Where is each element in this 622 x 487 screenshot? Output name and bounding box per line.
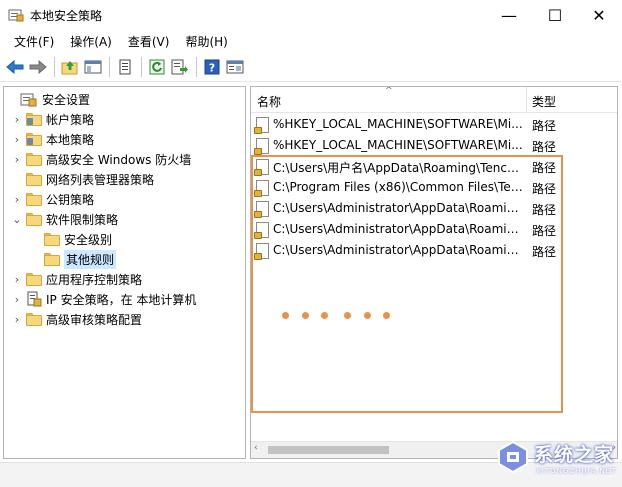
forward-arrow-icon[interactable] [27,56,49,78]
tree-item-label: 安全设置 [42,92,91,107]
annotation-dot [321,312,328,319]
menu-action[interactable]: 操作(A) [62,33,120,50]
watermark-subtext: XITONGZHIJIA.NET [536,467,617,475]
folder-icon [26,212,42,226]
scroll-left-icon[interactable]: ‹ [254,443,258,453]
maximize-button[interactable]: ☐ [532,0,578,30]
refresh-icon[interactable] [146,56,168,78]
menu-bar: 文件(F) 操作(A) 查看(V) 帮助(H) [0,30,622,52]
annotation-dot [383,312,390,319]
folder-icon [26,192,42,206]
chevron-right-icon[interactable]: › [10,193,24,206]
up-folder-icon[interactable] [59,56,81,78]
path-rule-icon [254,138,269,155]
tree-item-ip-security[interactable]: › IP 安全策略，在 本地计算机 [10,289,196,309]
tree-item-windows-firewall[interactable]: › 高级安全 Windows 防火墙 [10,149,191,169]
security-settings-icon [20,93,37,107]
chevron-right-icon[interactable]: › [10,293,24,306]
window-title: 本地安全策略 [30,9,103,23]
tree-item-account-policies[interactable]: › 帐户策略 [10,109,94,129]
tree-item-public-key-policies[interactable]: › 公钥策略 [10,189,94,209]
help-icon[interactable]: ? [201,56,223,78]
folder-icon [26,152,42,166]
tree-item-label: IP 安全策略，在 本地计算机 [46,292,197,307]
tree-item-network-list-manager[interactable]: 网络列表管理器策略 [10,169,154,189]
mmc-console-icon[interactable] [224,56,246,78]
folder-icon [26,272,42,286]
menu-view[interactable]: 查看(V) [120,33,178,50]
local-security-policy-icon [8,9,24,22]
properties-icon[interactable] [114,56,136,78]
tree-pane[interactable]: 安全设置 › 帐户策略 › 本地策略 › 高级安全 Windows 防火墙 网络… [3,86,246,459]
menu-help[interactable]: 帮助(H) [177,33,235,50]
annotation-dot [282,312,289,319]
chevron-right-icon[interactable]: › [10,273,24,286]
chevron-right-icon[interactable]: › [10,153,24,166]
watermark-text: 系统之家 [534,444,615,466]
svg-text:?: ? [209,61,215,74]
row-name: %HKEY_LOCAL_MACHINE\SOFTWARE\Mi... [273,117,523,131]
chevron-right-icon[interactable]: › [10,113,24,126]
tree-item-label: 高级审核策略配置 [46,312,143,327]
title-bar: 本地安全策略 — ☐ ✕ [0,0,622,30]
tree-item-label: 网络列表管理器策略 [46,172,155,187]
annotation-dot [302,312,309,319]
tree-item-security-settings[interactable]: 安全设置 [6,89,90,109]
folder-icon [44,232,60,246]
export-list-icon[interactable] [169,56,191,78]
tree-item-local-policies[interactable]: › 本地策略 [10,129,94,149]
tree-item-label: 公钥策略 [46,192,95,207]
toolbar-separator [196,56,197,77]
tree-item-label: 本地策略 [46,132,95,147]
toolbar: ? [0,52,622,82]
row-name: %HKEY_LOCAL_MACHINE\SOFTWARE\Mi... [273,138,523,152]
watermark-logo [498,440,528,474]
folder-icon [26,312,42,326]
tree-item-label: 安全级别 [64,232,113,247]
folder-icon [44,252,60,266]
column-divider[interactable] [526,87,527,113]
tree-item-software-restriction[interactable]: ⌄ 软件限制策略 [10,209,118,229]
chevron-down-icon[interactable]: ⌄ [10,213,24,226]
tree-item-label-selected: 其他规则 [64,249,117,269]
folder-icon [26,172,42,186]
toolbar-separator [141,56,142,77]
chevron-right-icon[interactable]: › [10,313,24,326]
show-hide-tree-icon[interactable] [82,56,104,78]
sort-ascending-icon: ^ [385,86,393,96]
tree-item-security-levels[interactable]: 安全级别 [28,229,112,249]
list-header: 名称 ^ 类型 [251,86,617,113]
tree-item-additional-rules[interactable]: 其他规则 [28,249,117,269]
annotation-dot [364,312,371,319]
annotation-dot [344,312,351,319]
list-row[interactable]: %HKEY_LOCAL_MACHINE\SOFTWARE\Mi... 路径 [251,114,617,135]
scrollbar-thumb[interactable] [268,446,389,454]
site-watermark: 系统之家 XITONGZHIJIA.NET [496,438,620,484]
minimize-button[interactable]: — [486,0,532,30]
column-header-name[interactable]: 名称 [257,93,281,110]
column-header-type[interactable]: 类型 [532,93,556,110]
toolbar-separator [109,56,110,77]
menu-file[interactable]: 文件(F) [6,33,62,50]
annotation-highlight-box [251,155,563,413]
row-type: 路径 [532,140,557,154]
locked-folder-icon [26,112,42,126]
back-arrow-icon[interactable] [4,56,26,78]
path-rule-icon [254,117,269,134]
tree-item-label: 帐户策略 [46,112,95,127]
tree-item-app-control[interactable]: › 应用程序控制策略 [10,269,142,289]
chevron-right-icon[interactable]: › [10,133,24,146]
tree-item-advanced-audit[interactable]: › 高级审核策略配置 [10,309,142,329]
locked-folder-icon [26,132,42,146]
toolbar-separator [54,56,55,77]
annotation-ellipsis [280,312,400,324]
tree-item-label: 应用程序控制策略 [46,272,143,287]
ip-security-icon [27,291,42,307]
close-button[interactable]: ✕ [576,0,622,30]
row-type: 路径 [532,119,557,133]
tree-item-label: 软件限制策略 [46,212,119,227]
list-row[interactable]: %HKEY_LOCAL_MACHINE\SOFTWARE\Mi... 路径 [251,135,617,156]
tree-item-label: 高级安全 Windows 防火墙 [46,152,192,167]
